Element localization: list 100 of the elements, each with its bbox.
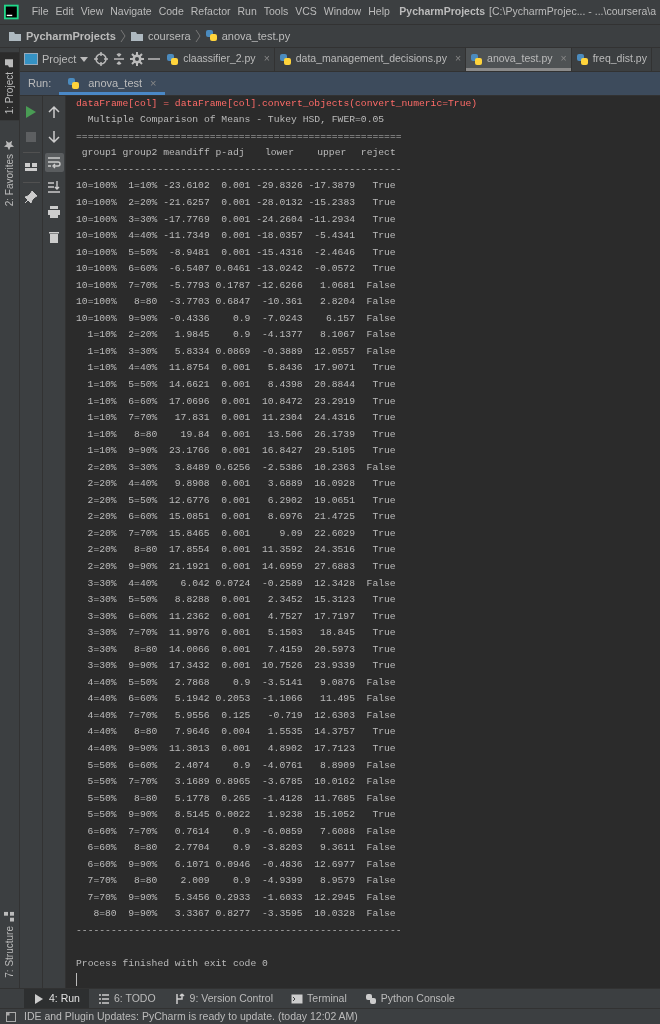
table-cell-text: 0.001 [220, 642, 251, 657]
table-cell-text: 2.3452 [266, 593, 303, 608]
breadcrumb-item[interactable]: anova_test.py [221, 27, 291, 45]
menu-item[interactable]: Tools [260, 4, 292, 20]
table-cell-text: 8=80 [133, 427, 158, 442]
table-cell-text: -15.2383 [308, 195, 355, 210]
table-cell-text: 5=50% [86, 808, 117, 823]
table-cell-text: 9.09 [278, 526, 303, 541]
table-cell-text: 7=70% [127, 775, 158, 790]
table-cell-text: 6=60% [86, 857, 117, 872]
table-cell-text: 1=10% [86, 394, 117, 409]
table-cell-text: 4=40% [86, 708, 117, 723]
tool-window-tab[interactable]: 4: Run [24, 988, 89, 1009]
table-cell-text: 18.845 [319, 626, 355, 641]
table-cell-text: 3=30% [86, 659, 117, 674]
branch-icon [173, 992, 186, 1005]
tool-window-tab[interactable]: 6: TODO [88, 988, 165, 1009]
menu-item[interactable]: VCS [291, 4, 321, 20]
table-cell-text: 2=20% [127, 195, 158, 210]
menu-item[interactable]: Navigate [106, 4, 156, 20]
side-tab[interactable]: 1: Project [0, 51, 19, 121]
table-cell-text: 1=10% [86, 344, 117, 359]
table-cell-text: 0.001 [220, 378, 251, 392]
table-cell-text: -4.1377 [261, 328, 303, 343]
side-tab[interactable]: 2: Favorites [0, 134, 19, 213]
breadcrumb-item[interactable]: PycharmProjects [26, 27, 116, 45]
table-cell-text: 7=70% [127, 411, 158, 426]
table-cell-text: 6=60% [127, 510, 158, 525]
table-cell-text: 11.8754 [168, 361, 210, 376]
table-cell-text: 7=70% [127, 626, 158, 641]
table-cell-text: 7=70% [127, 526, 158, 541]
project-dropdown[interactable]: Project [20, 51, 93, 68]
table-cell-text: 11.3013 [168, 742, 210, 756]
table-cell-text: -11.7349 [163, 229, 210, 244]
toolbar-button[interactable] [148, 58, 161, 61]
toolbar-button[interactable] [44, 152, 64, 172]
menu-item[interactable]: View [77, 4, 107, 20]
table-cell-text: True [371, 609, 396, 624]
table-cell-text: -24.2604 [256, 212, 303, 227]
menu-item[interactable]: Refactor [187, 4, 234, 20]
python-file-icon [67, 76, 81, 90]
table-cell-text: False [365, 791, 396, 806]
table-cell-text: True [371, 195, 396, 210]
table-cell-text: 2.4074 [173, 758, 210, 773]
menu-item[interactable]: Code [155, 4, 188, 20]
table-cell-text: 26.1739 [313, 427, 355, 442]
editor-tab[interactable]: anova_test.py × [466, 47, 572, 71]
menu-item[interactable]: File [28, 4, 53, 20]
table-cell-text: 17.8554 [168, 543, 210, 558]
run-tab[interactable]: anova_test × [59, 71, 165, 96]
table-cell-text: -12.6266 [256, 278, 303, 293]
table-cell-text: 6.042 [179, 576, 210, 591]
down-arrow-icon [46, 129, 62, 146]
tool-window-tab[interactable]: Python Console [355, 988, 464, 1009]
menu-item[interactable]: Help [364, 4, 394, 20]
table-cell-text: 5=50% [127, 675, 158, 690]
toolbar-button[interactable] [130, 52, 145, 67]
table-cell-text: 5=50% [86, 791, 117, 806]
table-cell-text: 10=100% [76, 295, 117, 310]
breadcrumb-item[interactable]: coursera [147, 27, 191, 45]
table-cell-text: 0.001 [220, 195, 251, 210]
table-cell-text: True [371, 659, 396, 674]
tool-window-tab[interactable]: 9: Version Control [164, 988, 283, 1009]
table-cell-text: -3.6785 [261, 775, 303, 790]
close-icon[interactable]: × [263, 51, 270, 68]
table-cell-text: False [365, 907, 396, 922]
editor-tab[interactable]: freq_dist.py [571, 47, 652, 71]
table-cell-text: 17.9071 [313, 361, 355, 376]
table-cell-text: 0.001 [220, 609, 251, 624]
table-cell-text: 0.9 [231, 675, 251, 690]
table-cell-text: 14.0066 [168, 642, 210, 657]
table-cell-text: 8.4398 [266, 378, 303, 392]
table-cell-text: 10.0328 [313, 907, 355, 922]
table-cell-text: 5=50% [127, 245, 158, 260]
toolbar-button[interactable] [94, 52, 109, 67]
table-cell-text: 10=100% [76, 195, 117, 210]
table-cell-text: 3=30% [127, 212, 158, 227]
table-cell-text: False [365, 874, 396, 889]
table-cell-text: 14.3757 [313, 725, 355, 740]
table-cell-text: 8=80 [133, 791, 158, 806]
menu-item[interactable]: Edit [52, 4, 78, 20]
python-icon [364, 992, 377, 1005]
minimize-icon [148, 58, 161, 61]
close-icon[interactable]: × [454, 51, 462, 68]
table-cell-text: -6.0859 [261, 824, 303, 839]
table-cell-text: 5.8334 [173, 344, 210, 359]
tool-window-tab[interactable]: Terminal [282, 988, 356, 1009]
table-cell-text: 6=60% [127, 262, 158, 277]
caret-icon [80, 56, 89, 62]
table-cell-text: -3.8203 [261, 841, 303, 856]
table-cell-text: -3.7703 [168, 295, 210, 310]
table-cell-text: 16.0928 [313, 477, 355, 492]
editor-tab[interactable]: claassifier_2.py × [162, 47, 275, 71]
table-cell-text: 17.7197 [313, 609, 355, 624]
menu-item[interactable]: Window [320, 4, 365, 20]
table-cell-text: -15.4316 [256, 245, 303, 260]
table-cell-text: 12.2945 [313, 890, 355, 905]
toolbar-button[interactable] [112, 52, 127, 67]
menu-item[interactable]: Run [233, 4, 261, 20]
side-tab[interactable]: 7: Structure [0, 906, 19, 984]
